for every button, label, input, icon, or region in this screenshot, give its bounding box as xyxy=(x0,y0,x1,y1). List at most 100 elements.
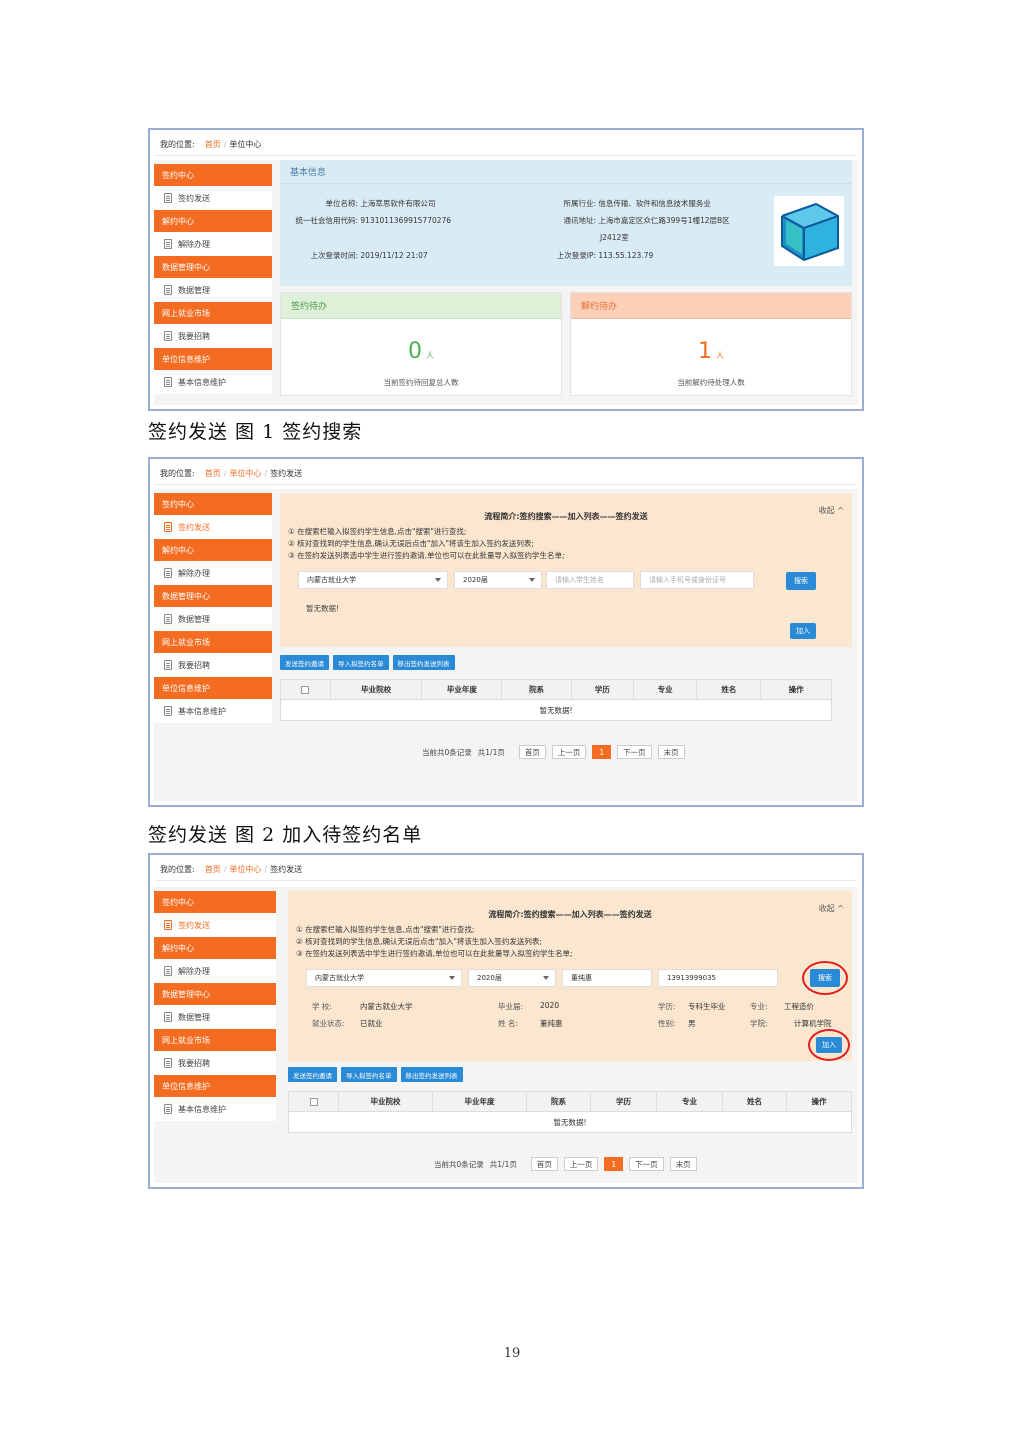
last-login-ip: 113.55.123.79 xyxy=(598,251,654,260)
search-button[interactable]: 搜索 xyxy=(786,572,816,590)
sidebar-group-data[interactable]: 数据管理中心 xyxy=(154,585,272,607)
col-school: 毕业院校 xyxy=(339,1092,433,1111)
send-invite-button[interactable]: 发送签约邀请 xyxy=(280,655,329,670)
student-name-input[interactable]: 请输入学生姓名 xyxy=(546,571,634,589)
first-page-button[interactable]: 首页 xyxy=(530,1157,558,1171)
sidebar-item-basic-info[interactable]: 基本信息维护 xyxy=(154,370,272,394)
result-gender-label: 性别: xyxy=(658,1019,676,1028)
result-major: 工程造价 xyxy=(784,1002,814,1011)
last-page-button[interactable]: 末页 xyxy=(657,745,685,759)
sidebar-item-recruit[interactable]: 我要招聘 xyxy=(154,1051,276,1075)
sidebar-item-sign-send[interactable]: 签约发送 xyxy=(154,913,276,937)
col-name: 姓名 xyxy=(723,1092,787,1111)
current-page-button[interactable]: 1 xyxy=(592,745,612,759)
sidebar-group-market[interactable]: 网上就业市场 xyxy=(154,1029,276,1051)
phone-id-input[interactable]: 请输入手机号或身份证号 xyxy=(640,571,754,589)
sidebar-group-market[interactable]: 网上就业市场 xyxy=(154,631,272,653)
import-list-button[interactable]: 导入拟签约名单 xyxy=(341,1067,397,1082)
crumb-home[interactable]: 首页 xyxy=(205,139,221,150)
basic-info-panel: 基本信息 单位名称: 上海萃思软件有限公司 统一社会信用代码: 91310113… xyxy=(280,160,852,286)
select-all-checkbox[interactable] xyxy=(309,1097,318,1106)
year-select[interactable]: 2020届 xyxy=(454,571,542,589)
sidebar-item-basic-info[interactable]: 基本信息维护 xyxy=(154,699,272,723)
crumb-center[interactable]: 单位中心 xyxy=(229,864,261,875)
col-dept: 院系 xyxy=(527,1092,591,1111)
flow-panel: 流程简介:签约搜索——加入列表——签约发送 收起 ^ ① 在搜索栏输入拟签约学生… xyxy=(280,493,852,647)
sidebar-item-data[interactable]: 数据管理 xyxy=(154,278,272,302)
sidebar-item-recruit[interactable]: 我要招聘 xyxy=(154,653,272,677)
sidebar-group-info[interactable]: 单位信息维护 xyxy=(154,348,272,370)
sidebar-item-sign-send[interactable]: 签约发送 xyxy=(154,186,272,210)
sidebar-group-sign[interactable]: 签约中心 xyxy=(154,164,272,186)
sidebar-group-unsign[interactable]: 解约中心 xyxy=(154,937,276,959)
pagination: 当前共0条记录 共1/1页 首页 上一页 1 下一页 末页 xyxy=(434,1157,697,1171)
document-icon xyxy=(164,377,172,387)
document-icon xyxy=(164,1012,172,1022)
sidebar-item-data[interactable]: 数据管理 xyxy=(154,607,272,631)
sidebar-item-data[interactable]: 数据管理 xyxy=(154,1005,276,1029)
col-action: 操作 xyxy=(811,1097,827,1106)
sidebar-item-recruit[interactable]: 我要招聘 xyxy=(154,324,272,348)
sidebar-group-unsign[interactable]: 解约中心 xyxy=(154,539,272,561)
import-list-button[interactable]: 导入拟签约名单 xyxy=(333,655,389,670)
sidebar-item-sign-send[interactable]: 签约发送 xyxy=(154,515,272,539)
result-grad: 2020 xyxy=(540,1001,560,1010)
screenshot-unit-center: 我的位置: 首页 / 单位中心 签约中心 签约发送 解约中心 解除办理 数据管理… xyxy=(148,128,864,411)
phone-id-input[interactable]: 13913999035 xyxy=(658,969,778,987)
sidebar-group-data[interactable]: 数据管理中心 xyxy=(154,983,276,1005)
sidebar-group-sign[interactable]: 签约中心 xyxy=(154,493,272,515)
sidebar-group-data[interactable]: 数据管理中心 xyxy=(154,256,272,278)
crumb-home[interactable]: 首页 xyxy=(205,468,221,479)
send-invite-button[interactable]: 发送签约邀请 xyxy=(288,1067,337,1082)
add-button[interactable]: 加入 xyxy=(790,623,816,639)
flow-step-2: ② 核对查找到的学生信息,确认无误后点击"加入"将该生加入签约发送列表; xyxy=(296,937,542,946)
document-icon xyxy=(164,920,172,930)
student-name-input[interactable]: 董纯惠 xyxy=(562,969,652,987)
breadcrumb: 我的位置: 首页 / 单位中心 / 签约发送 xyxy=(156,859,856,881)
collapse-toggle[interactable]: 收起 ^ xyxy=(819,505,844,516)
crumb-home[interactable]: 首页 xyxy=(205,864,221,875)
sidebar-item-unsign[interactable]: 解除办理 xyxy=(154,959,276,983)
record-summary: 当前共0条记录 xyxy=(434,1159,484,1169)
next-page-button[interactable]: 下一页 xyxy=(629,1157,664,1171)
result-gender: 男 xyxy=(688,1019,696,1028)
remove-from-list-button[interactable]: 移出签约发送列表 xyxy=(392,655,455,670)
pending-unsign-unit: 人 xyxy=(716,351,724,360)
sidebar-item-basic-info[interactable]: 基本信息维护 xyxy=(154,1097,276,1121)
col-action: 操作 xyxy=(788,685,804,694)
result-college: 计算机学院 xyxy=(794,1019,832,1028)
breadcrumb: 我的位置: 首页 / 单位中心 xyxy=(156,134,856,156)
flow-step-1: ① 在搜索栏输入拟签约学生信息,点击"搜索"进行查找; xyxy=(296,925,475,934)
school-select[interactable]: 内蒙古就业大学 xyxy=(298,571,448,589)
col-year: 毕业年度 xyxy=(433,1092,527,1111)
school-select[interactable]: 内蒙古就业大学 xyxy=(306,969,462,987)
next-page-button[interactable]: 下一页 xyxy=(617,745,652,759)
highlight-circle-search xyxy=(802,961,848,995)
last-page-button[interactable]: 末页 xyxy=(669,1157,697,1171)
sidebar-group-info[interactable]: 单位信息维护 xyxy=(154,677,272,699)
year-select[interactable]: 2020届 xyxy=(468,969,556,987)
col-year: 毕业年度 xyxy=(422,680,503,699)
sidebar-group-market[interactable]: 网上就业市场 xyxy=(154,302,272,324)
sidebar-item-unsign[interactable]: 解除办理 xyxy=(154,232,272,256)
address: 上海市嘉定区众仁路399号1幢12层B区 xyxy=(598,216,730,225)
crumb-center[interactable]: 单位中心 xyxy=(229,468,261,479)
col-school: 毕业院校 xyxy=(331,680,423,699)
chevron-down-icon xyxy=(529,578,535,582)
current-page-button[interactable]: 1 xyxy=(604,1157,624,1171)
select-all-checkbox[interactable] xyxy=(301,685,310,694)
document-icon xyxy=(164,966,172,976)
col-edu: 学历 xyxy=(591,1092,657,1111)
document-icon xyxy=(164,331,172,341)
sidebar-group-unsign[interactable]: 解约中心 xyxy=(154,210,272,232)
caption-figure-1: 签约发送 图 1 签约搜索 xyxy=(148,421,363,443)
flow-title: 流程简介:签约搜索——加入列表——签约发送 xyxy=(484,512,648,521)
prev-page-button[interactable]: 上一页 xyxy=(563,1157,599,1171)
prev-page-button[interactable]: 上一页 xyxy=(551,745,587,759)
first-page-button[interactable]: 首页 xyxy=(518,745,546,759)
sidebar-item-unsign[interactable]: 解除办理 xyxy=(154,561,272,585)
collapse-toggle[interactable]: 收起 ^ xyxy=(819,903,844,914)
sidebar-group-info[interactable]: 单位信息维护 xyxy=(154,1075,276,1097)
sidebar-group-sign[interactable]: 签约中心 xyxy=(154,891,276,913)
remove-from-list-button[interactable]: 移出签约发送列表 xyxy=(400,1067,463,1082)
